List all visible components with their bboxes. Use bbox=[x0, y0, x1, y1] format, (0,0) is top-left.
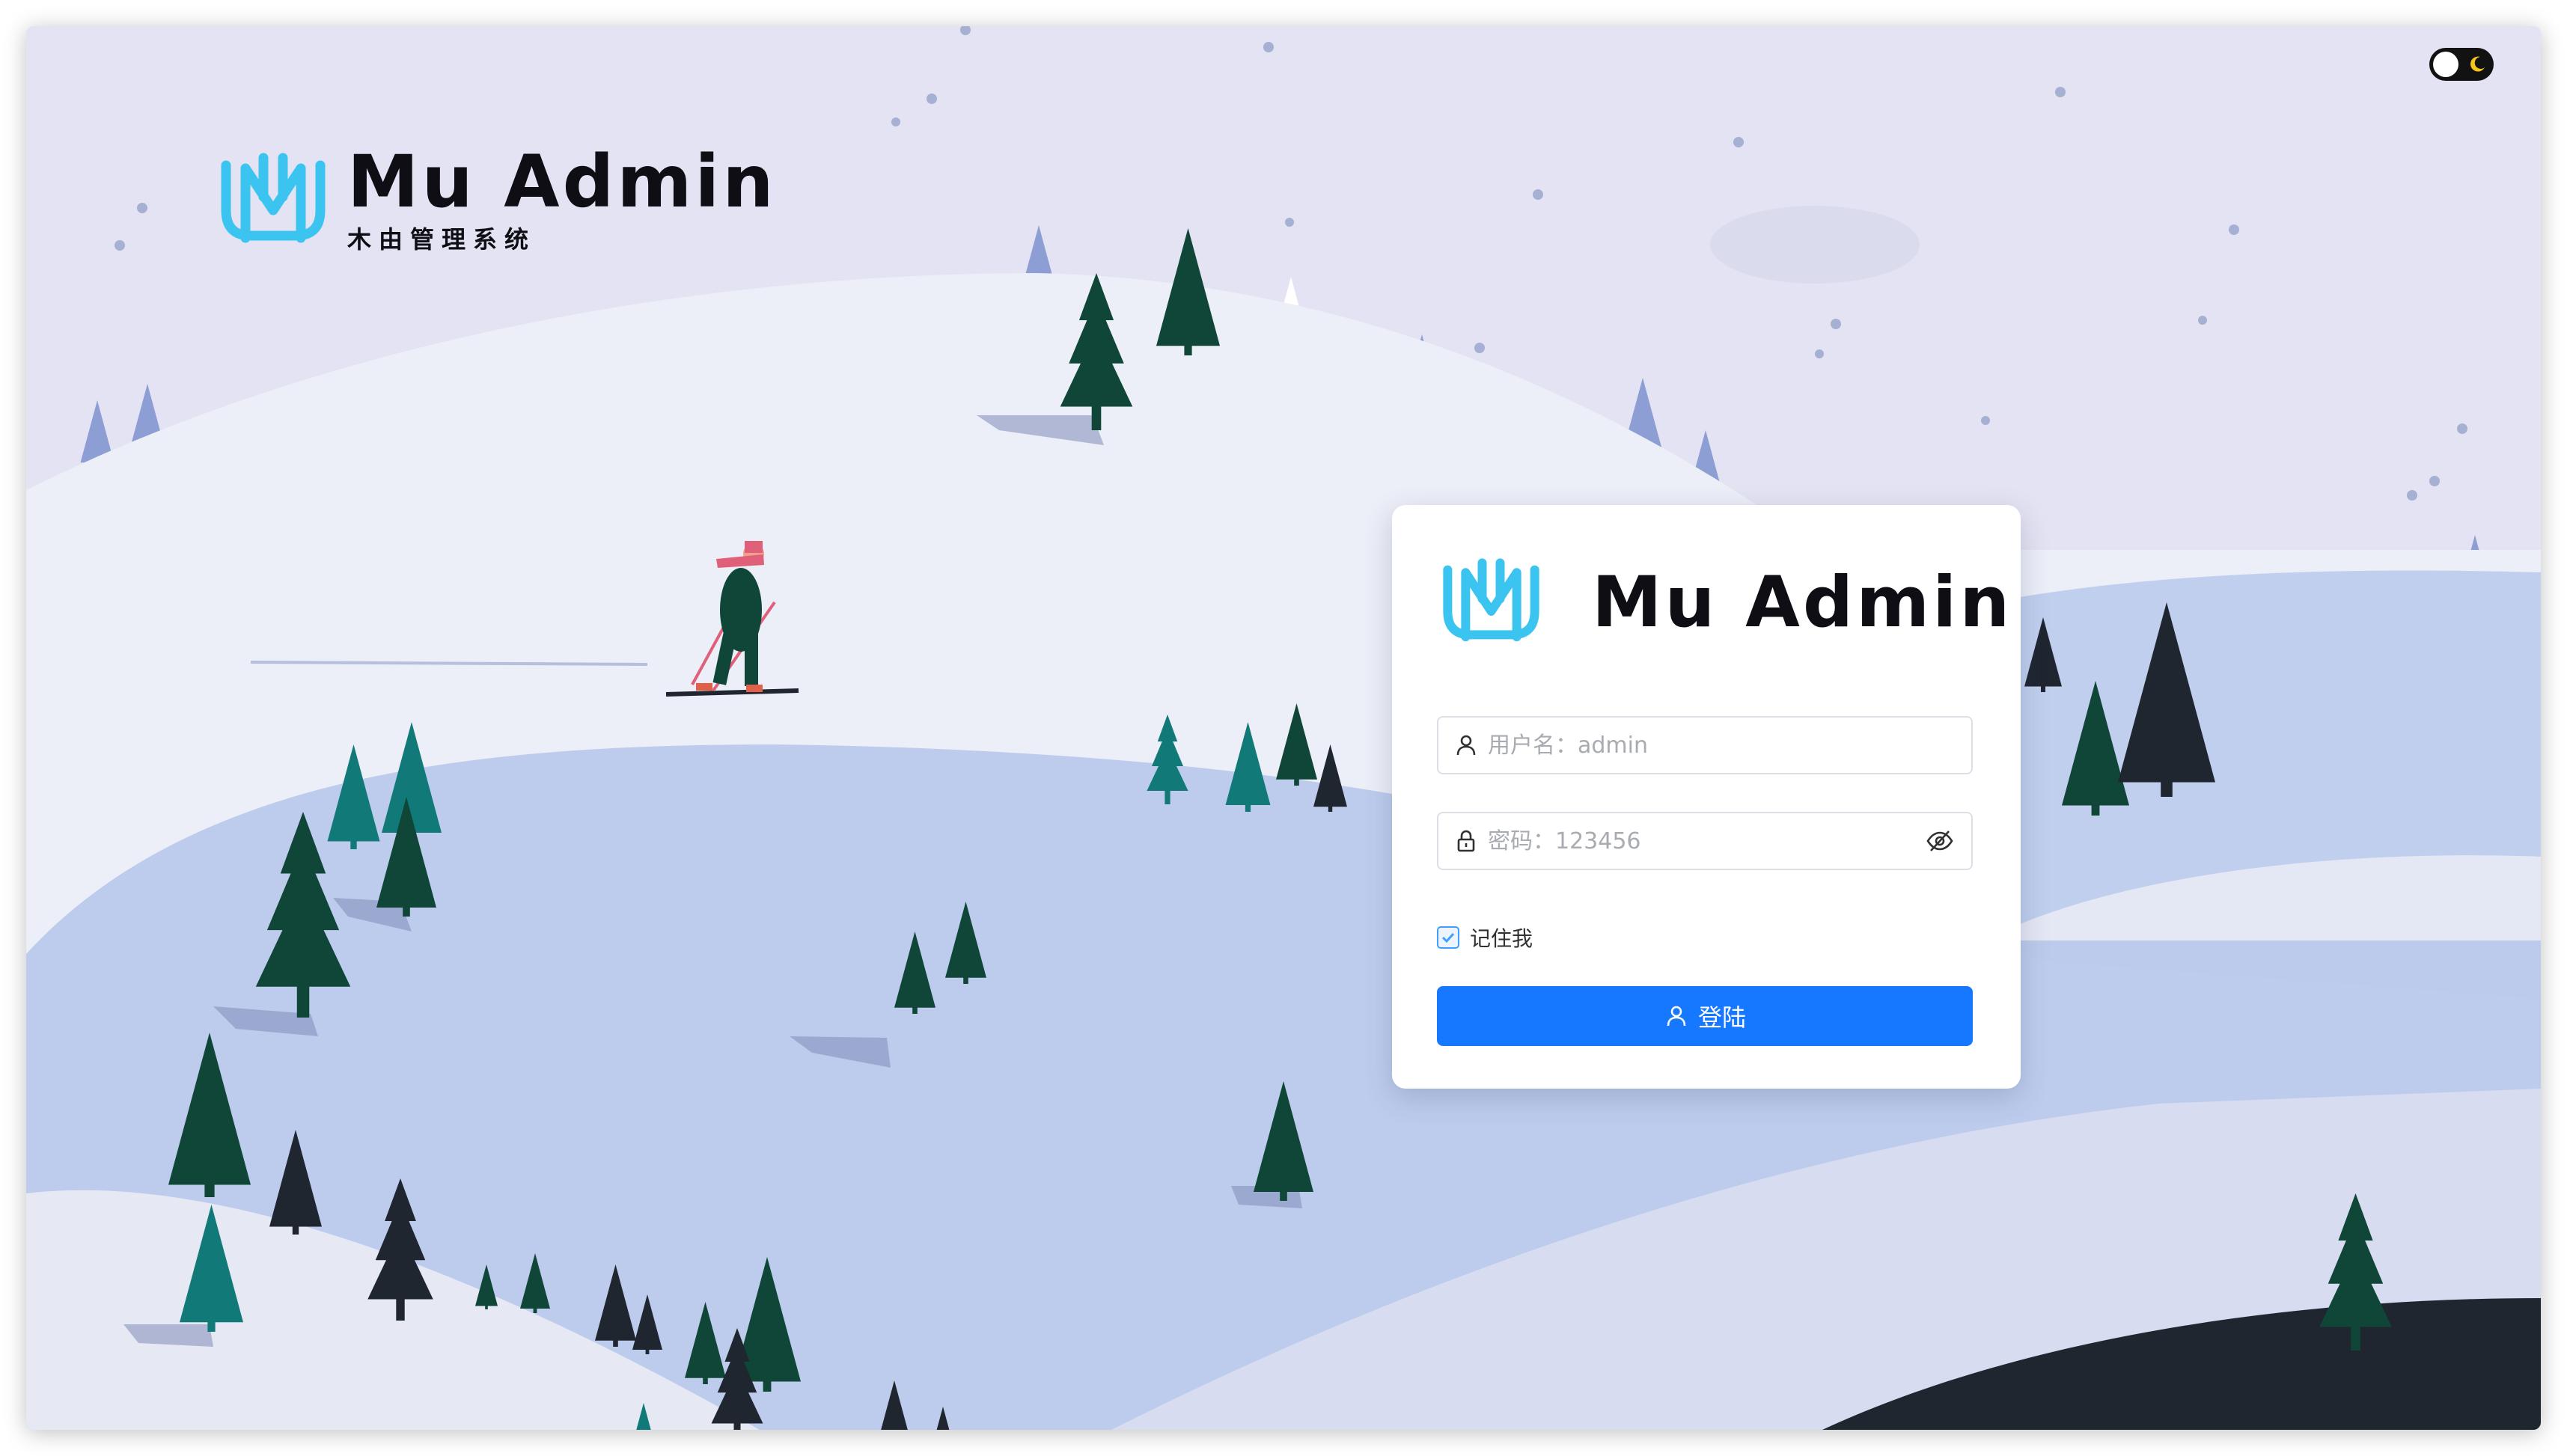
username-input[interactable] bbox=[1486, 731, 1971, 759]
remember-me-checkbox[interactable]: 记住我 bbox=[1437, 923, 1533, 952]
remember-me-label: 记住我 bbox=[1470, 926, 1533, 951]
mu-logo-icon bbox=[1443, 558, 1539, 642]
browser-viewport: Mu Admin 木由管理系统 Mu Admin 用户名：admin 记住我 登… bbox=[26, 26, 2541, 1430]
login-card: Mu Admin 用户名：admin 记住我 登陆 bbox=[1392, 505, 2021, 1089]
eye-hidden-icon[interactable] bbox=[1925, 826, 1955, 856]
checkbox-checked[interactable] bbox=[1437, 926, 1459, 949]
login-card-header: Mu Admin bbox=[1437, 557, 2012, 647]
checkmark-icon bbox=[1441, 932, 1455, 943]
moon-icon bbox=[2470, 56, 2485, 72]
user-icon bbox=[1667, 1006, 1686, 1027]
mu-logo-icon bbox=[221, 153, 326, 243]
login-title: Mu Admin bbox=[1592, 561, 2013, 643]
brand-header: Mu Admin 木由管理系统 bbox=[217, 146, 777, 255]
password-field[interactable] bbox=[1437, 812, 1973, 870]
screen: Mu Admin 木由管理系统 Mu Admin 用户名：admin 记住我 登… bbox=[0, 0, 2567, 1456]
lock-icon bbox=[1457, 830, 1475, 852]
brand-title: Mu Admin bbox=[347, 140, 777, 224]
brand-subtitle: 木由管理系统 bbox=[347, 225, 537, 254]
brand-text: Mu Admin 木由管理系统 bbox=[347, 146, 777, 255]
login-button-label: 登陆 bbox=[1697, 1003, 1746, 1032]
toggle-knob bbox=[2433, 52, 2458, 77]
login-button[interactable]: 登陆 bbox=[1437, 986, 1973, 1046]
password-input[interactable] bbox=[1486, 827, 1925, 855]
theme-toggle-switch[interactable] bbox=[2429, 48, 2494, 81]
user-icon bbox=[1456, 735, 1476, 756]
username-field[interactable] bbox=[1437, 716, 1973, 774]
